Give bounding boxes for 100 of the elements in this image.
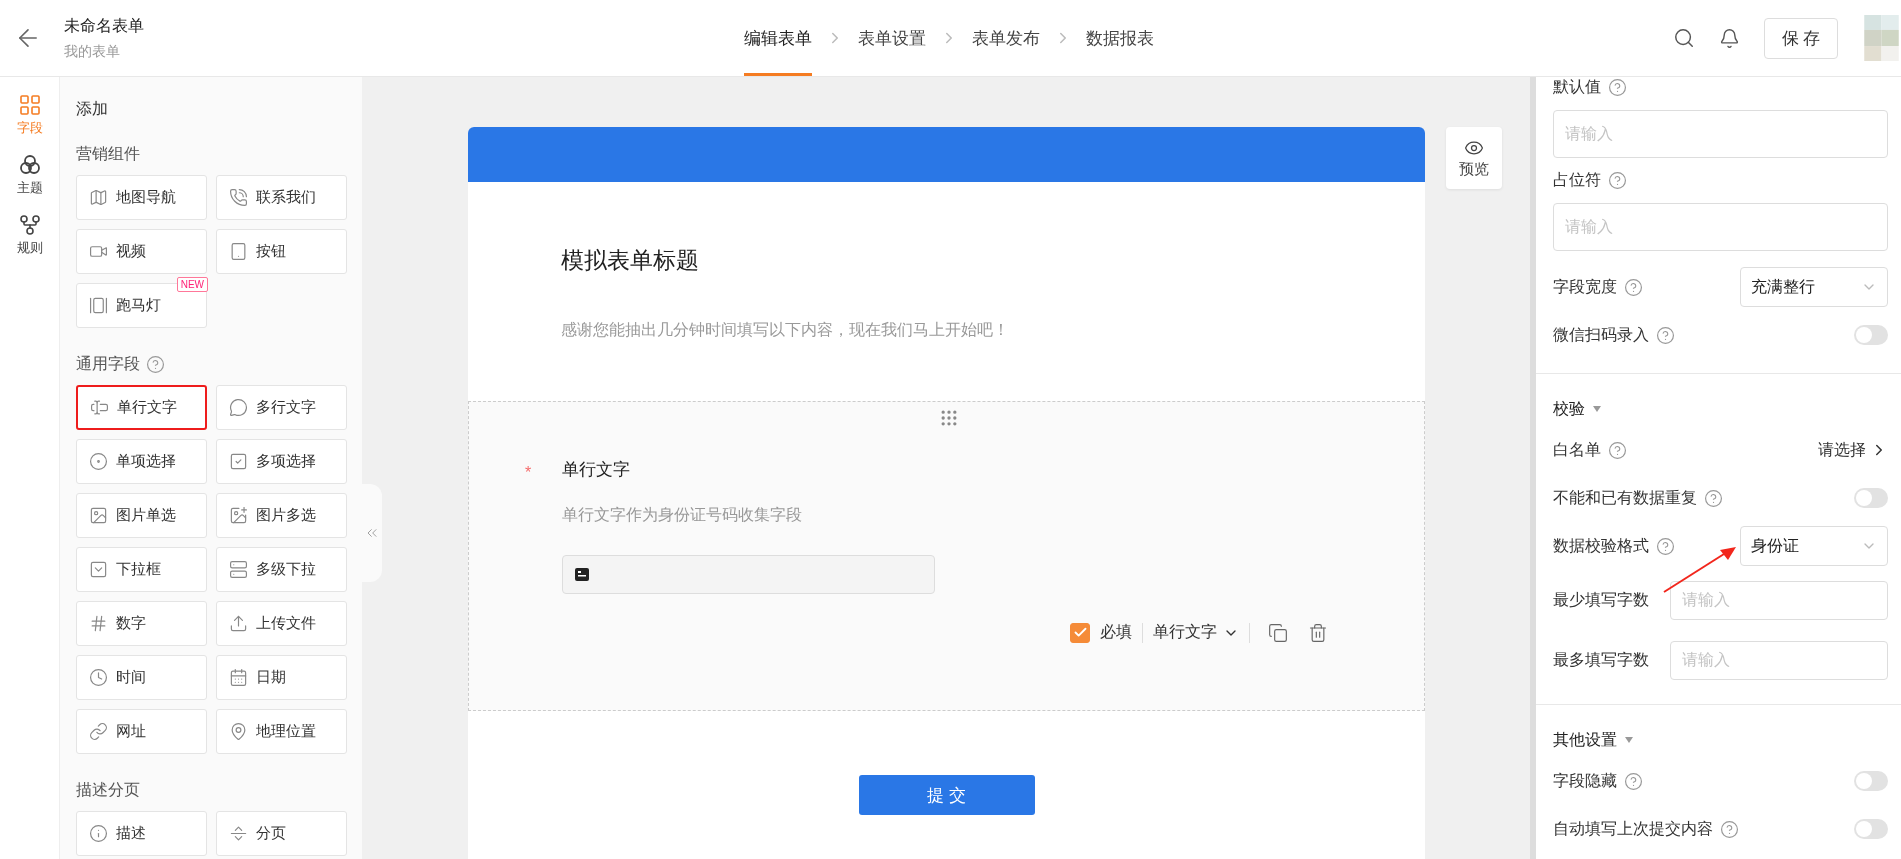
calendar-icon <box>229 668 248 687</box>
setting-label: 占位符 <box>1553 170 1888 191</box>
component-item[interactable]: 网址 <box>76 709 207 754</box>
caret-icon <box>1625 737 1633 743</box>
component-item[interactable]: 地理位置 <box>216 709 347 754</box>
help-icon[interactable] <box>1608 171 1627 190</box>
component-item[interactable]: 单项选择 <box>76 439 207 484</box>
help-icon[interactable] <box>1656 536 1675 556</box>
help-icon[interactable] <box>1704 488 1723 508</box>
select-link[interactable]: 请选择 <box>1818 439 1888 461</box>
search-icon[interactable] <box>1673 27 1695 49</box>
section-title: 营销组件 <box>76 144 140 164</box>
component-item[interactable]: 分页 <box>216 811 347 856</box>
select-dropdown[interactable]: 充满整行 <box>1740 267 1888 307</box>
required-label: 必填 <box>1100 622 1132 642</box>
component-item[interactable]: 图片多选 <box>216 493 347 538</box>
setting-label: 白名单 <box>1553 439 1627 461</box>
rail-tab[interactable]: 规则 <box>16 213 43 257</box>
submit-button[interactable]: 提 交 <box>858 775 1035 815</box>
collapse-handle[interactable] <box>362 484 382 582</box>
field-input[interactable] <box>562 555 935 594</box>
message-icon <box>229 398 248 417</box>
checkbox-icon <box>229 452 248 471</box>
component-item[interactable]: 多级下拉 <box>216 547 347 592</box>
component-item[interactable]: 下拉框 <box>76 547 207 592</box>
info-icon <box>89 824 108 843</box>
step-tab[interactable]: 表单设置 <box>858 0 926 76</box>
help-icon[interactable] <box>146 355 165 374</box>
help-icon[interactable] <box>1624 277 1643 297</box>
help-icon[interactable] <box>1608 78 1627 97</box>
component-item[interactable]: 联系我们 <box>216 175 347 220</box>
help-icon[interactable] <box>1624 771 1643 791</box>
field-hint: 单行文字作为身份证号码收集字段 <box>562 505 803 525</box>
component-item[interactable]: 视频 <box>76 229 207 274</box>
field-type-select[interactable]: 单行文字 <box>1153 622 1239 643</box>
form-title: 未命名表单 <box>64 15 144 36</box>
toggle-switch[interactable] <box>1854 819 1888 839</box>
rail-tab[interactable]: 主题 <box>16 153 43 197</box>
component-item[interactable]: 图片单选 <box>76 493 207 538</box>
map-icon <box>89 188 108 207</box>
component-item[interactable]: 地图导航 <box>76 175 207 220</box>
form-description: 感谢您能抽出几分钟时间填写以下内容，现在我们马上开始吧！ <box>561 320 1010 340</box>
tablet-icon <box>229 242 248 261</box>
trash-icon[interactable] <box>1308 622 1328 643</box>
setting-label: 最少填写字数 <box>1553 589 1649 610</box>
setting-label: 数据校验格式 <box>1553 535 1675 557</box>
phone-icon <box>229 188 248 207</box>
text-input[interactable]: 请输入 <box>1670 580 1888 620</box>
new-badge: NEW <box>176 277 208 292</box>
group-title: 其他设置 <box>1553 729 1617 750</box>
field-block[interactable]: * 单行文字 单行文字作为身份证号码收集字段 必填 单行文字 <box>468 401 1425 711</box>
component-item[interactable]: 描述 <box>76 811 207 856</box>
hash-icon <box>89 614 108 633</box>
help-icon[interactable] <box>1656 325 1675 345</box>
step-tab[interactable]: 数据报表 <box>1086 0 1154 76</box>
circles-icon <box>17 153 42 177</box>
preview-button[interactable]: 预览 <box>1446 127 1502 189</box>
field-label: 单行文字 <box>562 459 631 481</box>
toggle-switch[interactable] <box>1854 325 1888 345</box>
text-input[interactable]: 请输入 <box>1553 110 1888 158</box>
map-pin-icon <box>229 722 248 741</box>
help-icon[interactable] <box>1720 819 1739 839</box>
setting-label: 不能和已有数据重复 <box>1553 487 1723 509</box>
dropdown-icon <box>89 560 108 579</box>
component-item[interactable]: 多行文字 <box>216 385 347 430</box>
setting-label: 字段隐藏 <box>1553 770 1643 792</box>
id-card-icon <box>575 568 589 581</box>
component-item[interactable]: 数字 <box>76 601 207 646</box>
component-item[interactable]: 日期 <box>216 655 347 700</box>
text-cursor-icon <box>90 398 109 417</box>
select-dropdown[interactable]: 身份证 <box>1740 526 1888 566</box>
branch-icon <box>17 213 42 237</box>
clock-icon <box>89 668 108 687</box>
link-icon <box>89 722 108 741</box>
carousel-icon <box>89 296 108 315</box>
image-icon <box>89 506 108 525</box>
step-tab[interactable]: 表单发布 <box>972 0 1040 76</box>
check-icon <box>1072 625 1088 640</box>
bell-icon[interactable] <box>1719 27 1740 49</box>
text-input[interactable]: 请输入 <box>1670 640 1888 680</box>
component-item[interactable]: 按钮 <box>216 229 347 274</box>
component-item[interactable]: 多项选择 <box>216 439 347 484</box>
drag-handle-icon[interactable] <box>939 408 959 428</box>
help-icon[interactable] <box>1608 440 1627 460</box>
text-input[interactable]: 请输入 <box>1553 203 1888 251</box>
component-item[interactable]: 单行文字 <box>76 385 207 430</box>
toggle-switch[interactable] <box>1854 488 1888 508</box>
copy-icon[interactable] <box>1268 622 1288 643</box>
group-title: 校验 <box>1553 398 1585 419</box>
save-button[interactable]: 保 存 <box>1764 17 1838 59</box>
setting-label: 微信扫码录入 <box>1553 324 1675 346</box>
server-icon <box>229 560 248 579</box>
required-checkbox[interactable] <box>1070 622 1090 643</box>
panel-title: 添加 <box>76 99 109 119</box>
component-item[interactable]: 上传文件 <box>216 601 347 646</box>
image-plus-icon <box>229 506 248 525</box>
setting-label: 默认值 <box>1553 77 1888 98</box>
component-item[interactable]: 时间 <box>76 655 207 700</box>
upload-icon <box>229 614 248 633</box>
toggle-switch[interactable] <box>1854 771 1888 791</box>
